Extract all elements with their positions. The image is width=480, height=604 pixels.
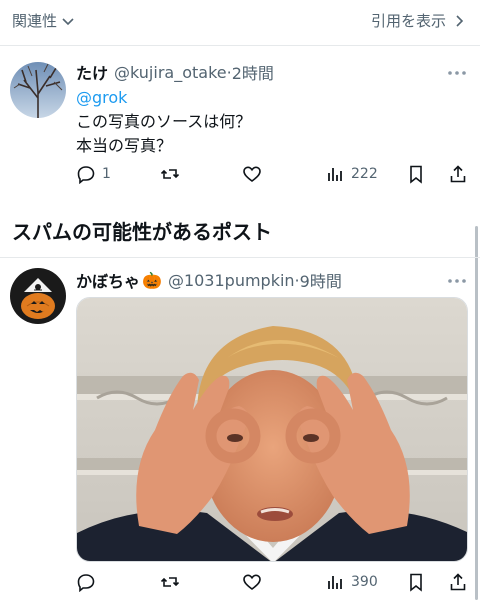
like-icon	[243, 166, 261, 183]
spam-section-title: スパムの可能性があるポスト	[12, 220, 272, 244]
display-name[interactable]: たけ	[76, 60, 108, 84]
timestamp[interactable]: 2時間	[232, 60, 274, 84]
tweet-header: たけ @kujira_otake · 2時間	[76, 60, 274, 84]
action-bar: 390	[76, 572, 466, 596]
quotes-label: 引用を表示	[370, 12, 446, 30]
bookmark-button[interactable]	[406, 164, 426, 184]
tweet-media-photo[interactable]	[76, 297, 468, 562]
share-button[interactable]	[448, 164, 468, 184]
sort-relevance-button[interactable]: 関連性	[12, 10, 75, 31]
handle[interactable]: @kujira_otake	[114, 63, 227, 82]
view-count: 390	[351, 574, 378, 590]
reply-button[interactable]	[76, 572, 96, 592]
retweet-icon	[160, 169, 180, 179]
handle[interactable]: @1031pumpkin	[168, 271, 295, 290]
bookmark-icon	[410, 573, 422, 592]
like-icon	[243, 574, 261, 591]
like-button[interactable]	[242, 572, 262, 592]
more-icon[interactable]	[446, 276, 468, 286]
reply-count: 1	[102, 166, 111, 182]
more-icon[interactable]	[446, 68, 468, 78]
reply-button[interactable]: 1	[76, 164, 111, 184]
tree-photo-avatar	[10, 62, 66, 118]
retweet-button[interactable]	[160, 572, 180, 592]
photo-man-hand-goggles	[77, 298, 467, 561]
sort-label: 関連性	[12, 12, 58, 30]
action-bar: 1 222	[76, 164, 466, 188]
chevron-right-icon	[456, 14, 464, 27]
bookmark-button[interactable]	[406, 572, 426, 592]
like-button[interactable]	[242, 164, 262, 184]
share-button[interactable]	[448, 572, 468, 592]
tweet-line-1: この写真のソースは何？	[76, 112, 252, 131]
pumpkin-avatar	[10, 268, 66, 324]
avatar[interactable]	[10, 268, 66, 324]
mention-link[interactable]: @grok	[76, 86, 251, 110]
reply-tweet[interactable]: たけ @kujira_otake · 2時間 @grok この写真のソースは何？…	[0, 46, 480, 196]
view-count: 222	[351, 166, 378, 182]
display-name[interactable]: かぼちゃ	[76, 268, 140, 292]
views-icon	[328, 168, 342, 181]
retweet-icon	[160, 577, 180, 587]
reply-icon	[77, 166, 95, 184]
share-icon	[450, 573, 466, 591]
chevron-down-icon	[62, 17, 74, 25]
tweet-text: @grok この写真のソースは何？ 本当の写真？	[76, 86, 251, 158]
views-icon	[328, 576, 342, 589]
tweet-header: かぼちゃ 🎃 @1031pumpkin · 9時間	[76, 268, 342, 292]
reply-icon	[77, 574, 95, 592]
bookmark-icon	[410, 165, 422, 184]
avatar[interactable]	[10, 62, 66, 118]
views-button[interactable]: 390	[325, 572, 378, 592]
retweet-button[interactable]	[160, 164, 180, 184]
views-button[interactable]: 222	[325, 164, 378, 184]
timestamp[interactable]: 9時間	[300, 268, 342, 292]
pumpkin-emoji-icon: 🎃	[142, 270, 162, 290]
view-quotes-link[interactable]: 引用を表示	[371, 10, 466, 31]
share-icon	[450, 165, 466, 183]
tweet-line-2: 本当の写真？	[76, 136, 173, 155]
reply-sort-bar: 関連性 引用を表示	[0, 0, 480, 46]
